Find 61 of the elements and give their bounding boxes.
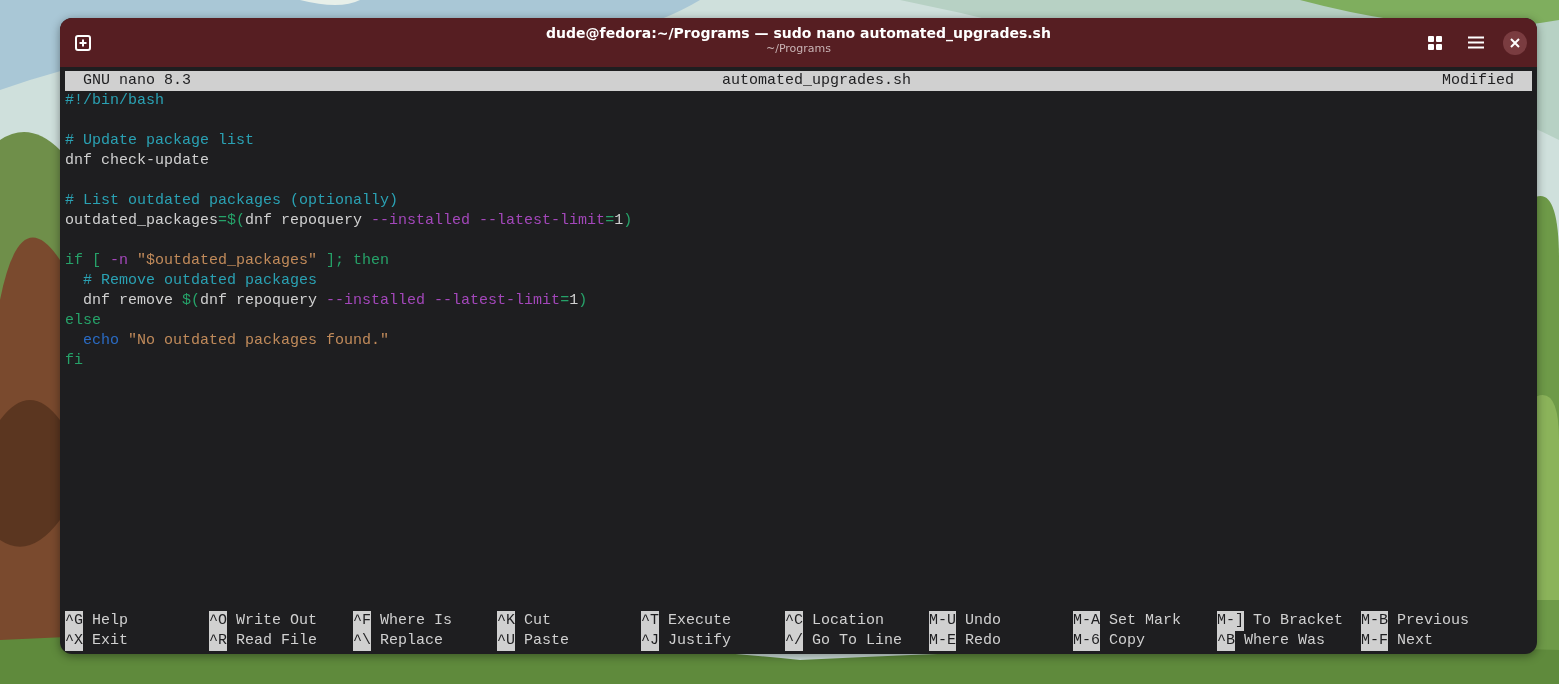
shortcut-label: Undo — [965, 611, 1002, 631]
code-line: dnf remove $(dnf repoquery --installed --latest-limit=1) — [82, 291, 588, 311]
shortcut-key: ^F — [353, 611, 371, 631]
shortcut-label: Where Is — [380, 611, 453, 631]
menu-icon — [1468, 36, 1484, 49]
code-line: dnf check-update — [65, 151, 210, 171]
modified-status: Modified — [1442, 71, 1514, 91]
shortcut-key: ^C — [785, 611, 803, 631]
shortcut-key: ^K — [497, 611, 515, 631]
shortcut-key: M-U — [929, 611, 956, 631]
shortcut-label: Paste — [524, 631, 570, 651]
shortcut-key: ^\ — [353, 631, 371, 651]
shortcut-label: Copy — [1109, 631, 1146, 651]
code-line: # Remove outdated packages — [82, 271, 318, 291]
shortcut-label: Previous — [1397, 611, 1470, 631]
shortcut-label: Write Out — [236, 611, 318, 631]
shortcut-label: Execute — [668, 611, 732, 631]
grid-icon — [1428, 35, 1442, 50]
window-title: dude@fedora:~/Programs — sudo nano automated_upgrades.sh — [546, 24, 1051, 42]
shortcut-key: ^U — [497, 631, 515, 651]
code-line: else — [65, 311, 101, 331]
shortcut-label: Read File — [236, 631, 318, 651]
close-button[interactable] — [1503, 30, 1527, 55]
code-line: # Update package list — [65, 131, 255, 151]
code-line: # List outdated packages (optionally) — [65, 191, 399, 211]
nano-version: GNU nano 8.3 — [83, 71, 192, 91]
code-line: fi — [65, 351, 83, 371]
shortcut-label: To Bracket — [1253, 611, 1344, 631]
shortcut-label: Justify — [668, 631, 732, 651]
shortcut-label: Cut — [524, 611, 552, 631]
close-icon — [1510, 37, 1520, 48]
shortcut-label: Set Mark — [1109, 611, 1182, 631]
new-tab-icon — [75, 34, 91, 51]
code-line: #!/bin/bash — [65, 91, 165, 111]
window-subtitle: ~/Programs — [765, 42, 832, 56]
shortcut-key: ^X — [65, 631, 83, 651]
shortcut-label: Where Was — [1244, 631, 1326, 651]
shortcut-label: Exit — [92, 631, 129, 651]
shortcut-key: ^O — [209, 611, 227, 631]
shortcut-key: ^/ — [785, 631, 803, 651]
shortcut-label: Location — [812, 611, 885, 631]
shortcut-key: M-F — [1361, 631, 1388, 651]
shortcut-key: ^B — [1217, 631, 1235, 651]
shortcut-key: ^G — [65, 611, 83, 631]
code-line: outdated_packages=$(dnf repoquery --installed --latest-limit=1) — [65, 211, 633, 231]
shortcut-label: Redo — [965, 631, 1002, 651]
shortcut-key: ^T — [641, 611, 659, 631]
shortcut-key: ^J — [641, 631, 659, 651]
code-line: echo "No outdated packages found." — [82, 331, 390, 351]
shortcut-label: Help — [92, 611, 129, 631]
shortcut-key: ^R — [209, 631, 227, 651]
shortcut-label: Next — [1397, 631, 1434, 651]
shortcut-label: Replace — [380, 631, 444, 651]
shortcut-key: M-B — [1361, 611, 1388, 631]
file-name: automated_upgrades.sh — [721, 71, 912, 91]
shortcut-key: M-6 — [1073, 631, 1100, 651]
shortcut-label: Go To Line — [812, 631, 903, 651]
shortcut-key: M-] — [1217, 611, 1244, 631]
shortcut-key: M-E — [929, 631, 956, 651]
shortcut-key: M-A — [1073, 611, 1100, 631]
code-line: if [ -n "$outdated_packages" ]; then — [65, 251, 390, 271]
